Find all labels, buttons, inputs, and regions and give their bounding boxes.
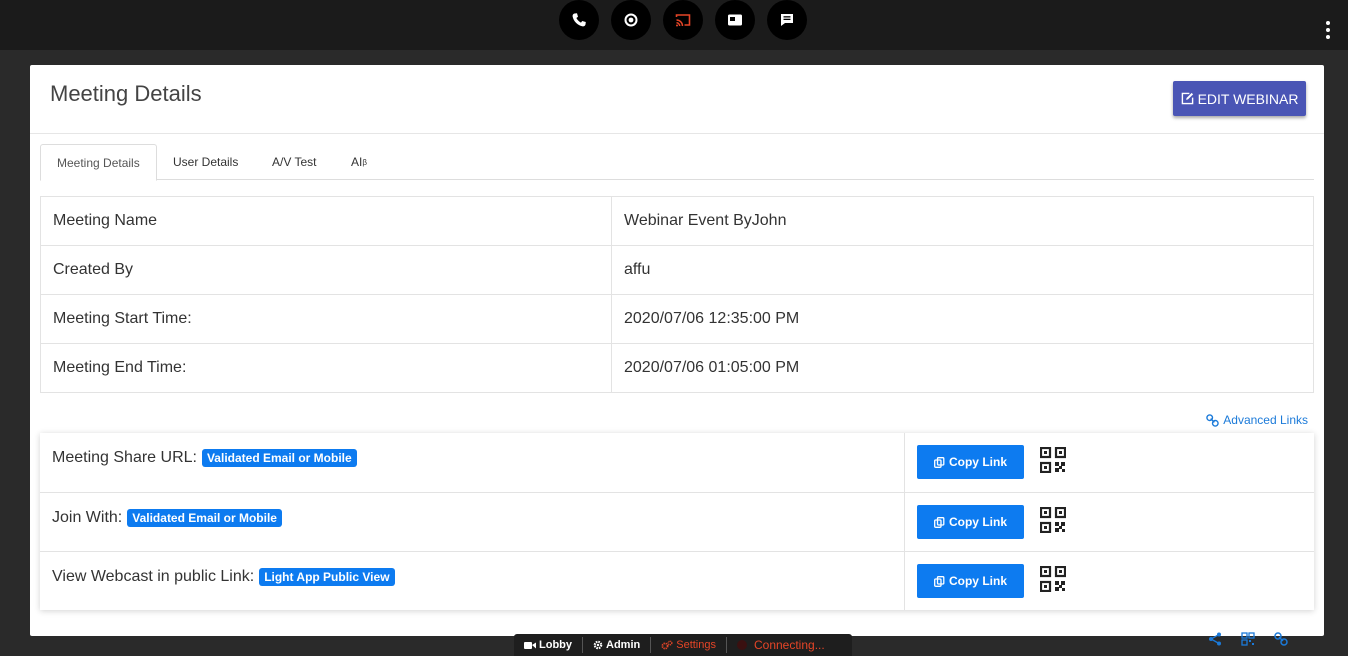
link-label: View Webcast in public Link: <box>52 568 255 585</box>
admin-label: Admin <box>606 639 641 651</box>
bottom-status-bar: Lobby Admin Settings Connecting... <box>514 634 852 656</box>
detail-value: 2020/07/06 12:35:00 PM <box>611 294 1314 344</box>
column-divider <box>904 552 905 610</box>
link-label-group: Join With: Validated Email or Mobile <box>52 509 282 527</box>
advanced-links-link[interactable]: Advanced Links <box>1206 413 1308 427</box>
detail-value: Webinar Event ByJohn <box>611 196 1314 246</box>
chat-button[interactable] <box>767 0 807 40</box>
copy-icon <box>934 516 945 528</box>
tab-user-details[interactable]: User Details <box>157 144 254 180</box>
edit-webinar-label: EDIT WEBINAR <box>1197 90 1299 107</box>
tab-label: User Details <box>173 155 239 169</box>
gears-icon <box>661 640 673 650</box>
share-links-list: Meeting Share URL: Validated Email or Mo… <box>40 433 1314 610</box>
qr-code-icon[interactable] <box>1040 447 1066 473</box>
list-item: View Webcast in public Link: Light App P… <box>40 551 1314 610</box>
copy-icon <box>934 456 945 468</box>
details-table: Meeting Name Webinar Event ByJohn Create… <box>40 196 1314 393</box>
link-label-group: View Webcast in public Link: Light App P… <box>52 568 395 586</box>
record-button[interactable] <box>611 0 651 40</box>
list-item: Meeting Share URL: Validated Email or Mo… <box>40 433 1314 492</box>
table-row: Created By affu <box>40 245 1314 295</box>
share-icon[interactable] <box>1208 632 1222 646</box>
lobby-button[interactable]: Lobby <box>514 634 582 656</box>
link-label-group: Meeting Share URL: Validated Email or Mo… <box>52 449 357 467</box>
column-divider <box>904 493 905 551</box>
edit-icon <box>1181 92 1193 105</box>
admin-button[interactable]: Admin <box>583 634 650 656</box>
meeting-details-panel: Meeting Details EDIT WEBINAR Meeting Det… <box>30 65 1324 636</box>
copy-link-button[interactable]: Copy Link <box>917 564 1024 598</box>
link-icon <box>1206 413 1220 427</box>
gear-icon <box>593 640 603 650</box>
link-label: Meeting Share URL: <box>52 449 197 466</box>
more-options-icon[interactable] <box>1322 21 1334 39</box>
tab-label: AI <box>351 155 363 169</box>
tab-meeting-details[interactable]: Meeting Details <box>40 144 157 181</box>
tab-bar: Meeting Details User Details A/V Test AI… <box>40 144 1314 181</box>
detail-key: Created By <box>40 245 612 295</box>
lobby-label: Lobby <box>539 639 572 651</box>
phone-button[interactable] <box>559 0 599 40</box>
column-divider <box>904 433 905 492</box>
copy-link-label: Copy Link <box>948 515 1007 529</box>
detail-value: 2020/07/06 01:05:00 PM <box>611 343 1314 393</box>
settings-label: Settings <box>676 639 716 651</box>
tab-label: Meeting Details <box>57 155 140 170</box>
detail-key: Meeting Start Time: <box>40 294 612 344</box>
status-dot-icon <box>736 640 747 650</box>
tab-ai[interactable]: AI β <box>335 144 383 180</box>
tab-av-test[interactable]: A/V Test <box>256 144 332 180</box>
link-label: Join With: <box>52 509 123 526</box>
table-row: Meeting End Time: 2020/07/06 01:05:00 PM <box>40 343 1314 393</box>
copy-link-button[interactable]: Copy Link <box>917 445 1024 479</box>
copy-link-label: Copy Link <box>948 574 1007 588</box>
window-button[interactable] <box>715 0 755 40</box>
detail-value: affu <box>611 245 1314 295</box>
link-badge: Validated Email or Mobile <box>201 449 357 467</box>
record-icon <box>624 13 638 27</box>
table-row: Meeting Name Webinar Event ByJohn <box>40 196 1314 246</box>
copy-icon <box>934 575 945 587</box>
copy-link-label: Copy Link <box>948 455 1007 469</box>
edit-webinar-button[interactable]: EDIT WEBINAR <box>1173 81 1306 116</box>
connection-status: Connecting... <box>727 634 835 656</box>
tab-label: A/V Test <box>272 155 317 169</box>
settings-button[interactable]: Settings <box>651 634 726 656</box>
qr-code-icon[interactable] <box>1040 566 1066 592</box>
list-item: Join With: Validated Email or Mobile Cop… <box>40 492 1314 551</box>
connection-status-label: Connecting... <box>753 638 825 652</box>
top-toolbar <box>0 0 1348 50</box>
corner-actions <box>1208 632 1298 650</box>
window-icon <box>728 14 742 26</box>
link-badge: Light App Public View <box>259 568 395 586</box>
page-title: Meeting Details <box>50 81 202 106</box>
beta-marker: β <box>362 157 367 167</box>
link-badge: Validated Email or Mobile <box>127 509 282 527</box>
cast-button[interactable] <box>663 0 703 40</box>
table-row: Meeting Start Time: 2020/07/06 12:35:00 … <box>40 294 1314 344</box>
qr-code-small-icon[interactable] <box>1241 632 1255 646</box>
panel-header: Meeting Details EDIT WEBINAR <box>30 65 1324 134</box>
qr-code-icon[interactable] <box>1040 507 1066 533</box>
video-camera-icon <box>524 641 536 649</box>
copy-link-button[interactable]: Copy Link <box>917 505 1024 539</box>
cast-icon <box>675 14 691 27</box>
detail-key: Meeting End Time: <box>40 343 612 393</box>
detail-key: Meeting Name <box>40 196 612 246</box>
phone-icon <box>572 13 586 27</box>
chat-icon <box>781 14 793 26</box>
advanced-links-label: Advanced Links <box>1223 413 1308 427</box>
link-small-icon[interactable] <box>1274 632 1288 646</box>
